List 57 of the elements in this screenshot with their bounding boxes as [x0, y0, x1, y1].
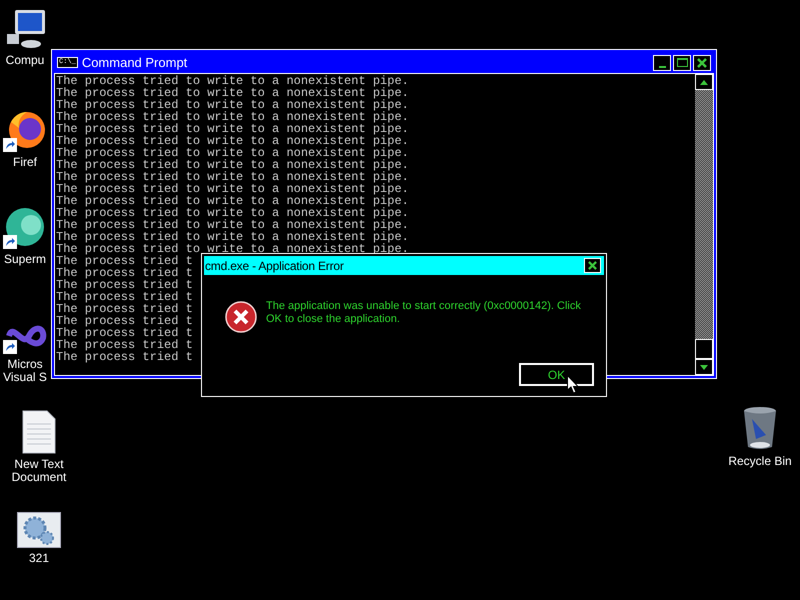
icon-label: Recycle Bin [728, 455, 792, 468]
scrollbar[interactable] [695, 74, 713, 375]
down-arrow-icon [700, 364, 708, 370]
console-line: The process tried t [56, 303, 193, 315]
icon-label: Superm [4, 253, 46, 266]
error-icon [225, 301, 257, 333]
console-line: The process tried t [56, 255, 193, 267]
maximize-button[interactable] [673, 54, 691, 70]
console-line: The process tried t [56, 291, 193, 303]
maximize-icon [676, 58, 688, 67]
console-line: The process tried to write to a nonexistent pipe. [56, 147, 409, 159]
orb-icon [3, 205, 47, 249]
console-line: The process tried to write to a nonexistent pipe. [56, 135, 409, 147]
minimize-icon [658, 66, 666, 68]
close-button[interactable] [584, 258, 601, 273]
icon-label: Firef [13, 156, 37, 169]
console-line: The process tried to write to a nonexistent pipe. [56, 75, 409, 87]
window-title: Command Prompt [82, 54, 188, 72]
icon-label: 321 [28, 552, 50, 565]
close-icon [588, 261, 597, 270]
console-line: The process tried to write to a nonexistent pipe. [56, 99, 409, 111]
icon-label: Document [12, 471, 66, 484]
console-line: The process tried to write to a nonexistent pipe. [56, 87, 409, 99]
console-line: The process tried t [56, 327, 193, 339]
gears-icon [17, 512, 61, 548]
icon-label: Compu [6, 54, 44, 67]
icon-label: Micros [7, 358, 43, 371]
close-icon [697, 58, 707, 68]
console-line: The process tried to write to a nonexistent pipe. [56, 219, 409, 231]
up-arrow-icon [700, 80, 708, 84]
minimize-button[interactable] [653, 54, 671, 70]
console-line: The process tried to write to a nonexistent pipe. [56, 195, 409, 207]
scroll-down-button[interactable] [695, 359, 713, 375]
console-line: The process tried to write to a nonexistent pipe. [56, 183, 409, 195]
ok-button[interactable]: OK [519, 363, 594, 386]
console-line: The process tried to write to a nonexistent pipe. [56, 207, 409, 219]
mouse-pointer-icon [567, 375, 579, 394]
icon-label: Visual S [3, 371, 47, 384]
error-message: The application was unable to start correctly (0xc0000142). Click OK to close the application. [266, 300, 582, 327]
document-icon [22, 410, 56, 454]
scroll-up-button[interactable] [695, 74, 713, 90]
console-line: The process tried to write to a nonexistent pipe. [56, 159, 409, 171]
dialog-title: cmd.exe - Application Error [205, 258, 344, 274]
scroll-thumb[interactable] [695, 339, 713, 359]
console-line: The process tried t [56, 351, 193, 363]
console-line: The process tried t [56, 267, 193, 279]
console-line: The process tried t [56, 315, 193, 327]
console-line: The process tried to write to a nonexistent pipe. [56, 231, 409, 243]
console-line: The process tried to write to a nonexistent pipe. [56, 111, 409, 123]
console-line: The process tried to write to a nonexistent pipe. [56, 123, 409, 135]
console-line: The process tried to write to a nonexistent pipe. [56, 171, 409, 183]
close-button[interactable] [693, 54, 711, 70]
console-line: The process tried t [56, 279, 193, 291]
icon-label: New Text [14, 458, 64, 471]
console-line: The process tried t [56, 339, 193, 351]
console-line: The process tried to write to a nonexistent pipe. [56, 243, 409, 255]
recycle-bin-icon [742, 405, 778, 451]
